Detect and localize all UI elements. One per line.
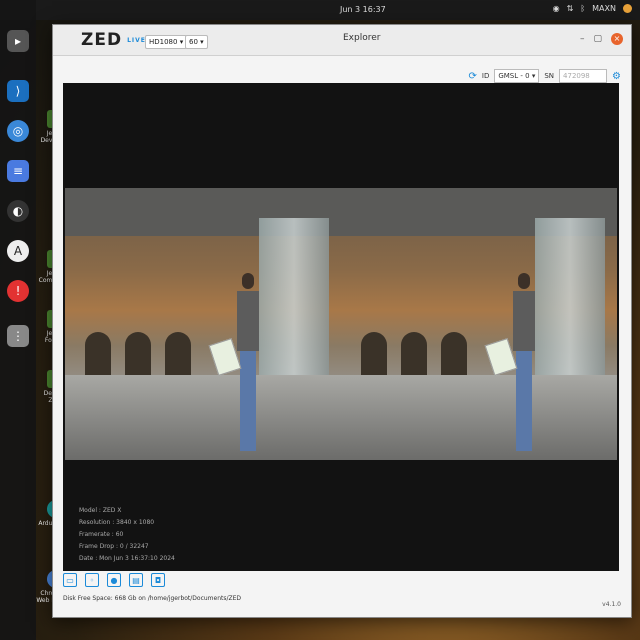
stream-icon[interactable]: ◦: [85, 573, 99, 587]
person-figure: [208, 273, 259, 458]
camera-toolbar: ⟳ ID GMSL - 0 ▾ SN 472098 ⚙: [468, 69, 621, 83]
terminal-icon[interactable]: ▸: [7, 30, 29, 52]
maximize-icon[interactable]: ▢: [593, 34, 602, 44]
chromium-icon[interactable]: ◎: [7, 120, 29, 142]
folder-icon[interactable]: ▭: [63, 573, 77, 587]
text-editor-icon[interactable]: ≡: [7, 160, 29, 182]
zed-logo: ZED LIVE: [81, 30, 146, 50]
vscode-icon[interactable]: ⟩: [7, 80, 29, 102]
disk-space-status: Disk Free Space: 668 Gb on /home/jgerbot…: [63, 595, 242, 602]
power-mode-label[interactable]: MAXN: [592, 4, 616, 13]
info-resolution: Resolution : 3840 x 1080: [79, 519, 155, 526]
live-badge: LIVE: [127, 36, 146, 44]
info-framerate: Framerate : 60: [79, 531, 124, 538]
notification-dot-icon[interactable]: [623, 4, 632, 13]
sn-label: SN: [544, 72, 555, 80]
refresh-icon[interactable]: ⟳: [468, 71, 476, 82]
version-label: v4.1.0: [602, 601, 621, 608]
info-date: Date : Mon Jun 3 16:37:10 2024: [79, 555, 175, 562]
bluetooth-icon[interactable]: ᛒ: [580, 4, 585, 13]
dock: ▸ ⟩ ◎ ≡ ◐ A ! ⋮: [0, 0, 36, 640]
zed-explorer-window: ZED LIVE HD1080 ▾ 60 ▾ Explorer – ▢ × ⟳ I…: [52, 24, 632, 618]
accessibility-icon[interactable]: A: [7, 240, 29, 262]
nvidia-icon[interactable]: ◉: [553, 4, 560, 13]
title-bar[interactable]: ZED LIVE HD1080 ▾ 60 ▾ Explorer – ▢ ×: [53, 25, 631, 56]
window-title: Explorer: [343, 33, 381, 43]
camera-id-label: ID: [481, 72, 490, 80]
system-top-bar: Jun 3 16:37 ◉ ⇅ ᛒ MAXN: [0, 0, 640, 20]
fps-select[interactable]: 60 ▾: [185, 35, 208, 49]
left-camera-frame: [65, 188, 341, 460]
system-tray: ◉ ⇅ ᛒ MAXN: [553, 4, 632, 13]
window-controls: – ▢ ×: [580, 33, 623, 45]
info-frame-drop: Frame Drop : 0 / 32247: [79, 543, 149, 550]
info-model: Model : ZED X: [79, 507, 122, 514]
person-figure: [484, 273, 535, 458]
record-icon[interactable]: ●: [107, 573, 121, 587]
sn-input[interactable]: 472098: [559, 69, 608, 83]
apps-grid-icon[interactable]: ⋮: [7, 325, 29, 347]
camera-id-select[interactable]: GMSL - 0 ▾: [494, 69, 540, 83]
bottom-toolbar: ▭ ◦ ● ▤ ◘: [63, 573, 165, 587]
clock[interactable]: Jun 3 16:37: [340, 5, 386, 14]
obs-icon[interactable]: ◐: [7, 200, 29, 222]
settings-gear-icon[interactable]: ⚙: [612, 71, 621, 82]
camera-info: Model : ZED X Resolution : 3840 x 1080 F…: [79, 505, 175, 565]
close-icon[interactable]: ×: [611, 33, 623, 45]
minimize-icon[interactable]: –: [580, 34, 585, 44]
network-icon[interactable]: ⇅: [567, 4, 574, 13]
resolution-select[interactable]: HD1080 ▾: [145, 35, 188, 49]
snapshot-camera-icon[interactable]: ◘: [151, 573, 165, 587]
alert-icon[interactable]: !: [7, 280, 29, 302]
video-viewport: Model : ZED X Resolution : 3840 x 1080 F…: [63, 83, 619, 571]
svo-icon[interactable]: ▤: [129, 573, 143, 587]
right-camera-frame: [341, 188, 617, 460]
